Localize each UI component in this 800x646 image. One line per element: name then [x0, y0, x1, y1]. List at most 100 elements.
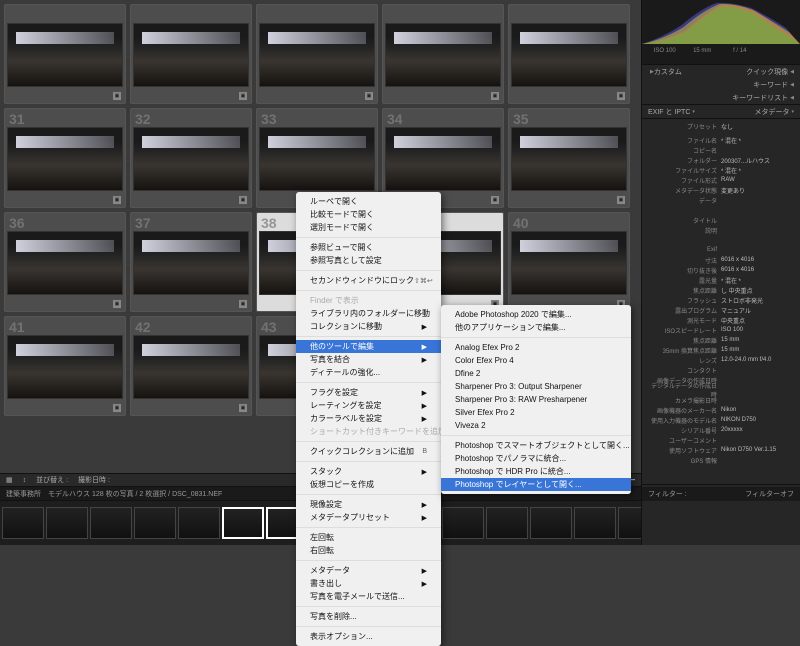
- thumbnail-cell[interactable]: 42▣: [130, 316, 252, 416]
- thumbnail-cell[interactable]: 35▣: [508, 108, 630, 208]
- meta-label: メタデータ状態: [646, 186, 721, 195]
- cell-index: 31: [9, 111, 25, 127]
- filmstrip-thumb[interactable]: [178, 507, 220, 539]
- thumbnail-cell[interactable]: 41▣: [4, 316, 126, 416]
- menu-item[interactable]: Photoshop で HDR Pro に統合...: [441, 465, 631, 478]
- sort-arrow-icon[interactable]: ↕: [23, 477, 27, 484]
- menu-item[interactable]: メタデータ▶: [296, 564, 441, 577]
- thumbnail-image: [133, 23, 249, 87]
- filmstrip-thumb[interactable]: [442, 507, 484, 539]
- thumbnail-cell[interactable]: 32 ▣: [130, 108, 252, 208]
- meta-value: * 混在 *: [721, 166, 792, 175]
- meta-label: 焦点距離: [646, 286, 721, 295]
- panel-metadata[interactable]: メタデータ▾: [721, 107, 796, 117]
- menu-item[interactable]: 右回転: [296, 544, 441, 557]
- menu-item[interactable]: 左回転: [296, 531, 441, 544]
- thumbnail-cell[interactable]: ▣: [4, 4, 126, 104]
- thumbnail-cell[interactable]: 36▣: [4, 212, 126, 312]
- thumbnail-image: [385, 127, 501, 191]
- filmstrip-thumb[interactable]: [618, 507, 641, 539]
- meta-value: 12.0-24.0 mm f/4.0: [721, 357, 792, 363]
- menu-item[interactable]: Analog Efex Pro 2: [441, 341, 631, 354]
- meta-label: カメラ撮影日時: [646, 396, 721, 405]
- menu-item[interactable]: 仮想コピーを作成: [296, 478, 441, 491]
- menu-item[interactable]: Sharpener Pro 3: Output Sharpener: [441, 380, 631, 393]
- filmstrip-thumb[interactable]: [486, 507, 528, 539]
- menu-item[interactable]: ライブラリ内のフォルダーに移動: [296, 307, 441, 320]
- context-submenu-edit-in[interactable]: Adobe Photoshop 2020 で編集...他のアプリケーションで編集…: [441, 305, 631, 494]
- menu-item[interactable]: 表示オプション...: [296, 630, 441, 643]
- meta-label: シリアル番号: [646, 426, 721, 435]
- sort-value[interactable]: 撮影日時 :: [78, 475, 110, 485]
- menu-item[interactable]: 写真を電子メールで送信...: [296, 590, 441, 603]
- thumbnail-image: [511, 127, 627, 191]
- panel-keyword[interactable]: キーワード◀: [721, 80, 796, 90]
- preset-value[interactable]: なし: [721, 122, 792, 131]
- menu-item[interactable]: メタデータプリセット▶: [296, 511, 441, 524]
- filmstrip-thumb[interactable]: [2, 507, 44, 539]
- thumbnail-cell[interactable]: ▣: [130, 4, 252, 104]
- menu-item[interactable]: 比較モードで開く: [296, 208, 441, 221]
- menu-item[interactable]: 選別モードで開く: [296, 221, 441, 234]
- menu-item[interactable]: 写真を削除...: [296, 610, 441, 623]
- panel-custom[interactable]: ▶カスタム: [646, 67, 721, 77]
- grid-view-icon[interactable]: ▦: [6, 476, 13, 484]
- menu-item[interactable]: ディテールの強化...: [296, 366, 441, 379]
- context-menu[interactable]: ルーペで開く比較モードで開く選別モードで開く参照ビューで開く参照写真として設定セ…: [296, 192, 441, 646]
- filmstrip-thumb[interactable]: [530, 507, 572, 539]
- filmstrip-thumb[interactable]: [222, 507, 264, 539]
- filmstrip-thumb[interactable]: [574, 507, 616, 539]
- meta-label: レンズ: [646, 356, 721, 365]
- menu-item[interactable]: Sharpener Pro 3: RAW Presharpener: [441, 393, 631, 406]
- menu-item[interactable]: 他のツールで編集▶: [296, 340, 441, 353]
- menu-item[interactable]: セカンドウィンドウにロック⇧⌘↩: [296, 274, 441, 287]
- menu-item[interactable]: Color Efex Pro 4: [441, 354, 631, 367]
- meta-value: 200307...ルハウス: [721, 156, 792, 165]
- panel-quickdev[interactable]: クイック現像◀: [721, 67, 796, 77]
- menu-item[interactable]: 他のアプリケーションで編集...: [441, 321, 631, 334]
- menu-item[interactable]: Dfine 2: [441, 367, 631, 380]
- menu-item[interactable]: レーティングを設定▶: [296, 399, 441, 412]
- menu-item[interactable]: スタック▶: [296, 465, 441, 478]
- badge-icon: ▣: [239, 196, 247, 204]
- menu-item[interactable]: ルーペで開く: [296, 195, 441, 208]
- panel-keywordlist[interactable]: キーワードリスト◀: [721, 93, 796, 103]
- meta-label: ファイル名: [646, 136, 721, 145]
- thumbnail-cell[interactable]: 37▣: [130, 212, 252, 312]
- filter-bar[interactable]: フィルター : フィルターオフ: [641, 487, 800, 501]
- menu-item[interactable]: 参照ビューで開く: [296, 241, 441, 254]
- menu-item[interactable]: Photoshop でスマートオブジェクトとして開く...: [441, 439, 631, 452]
- menu-item[interactable]: カラーラベルを設定▶: [296, 412, 441, 425]
- filmstrip-thumb[interactable]: [134, 507, 176, 539]
- menu-item[interactable]: Photoshop でレイヤーとして開く...: [441, 478, 631, 491]
- thumbnail-cell[interactable]: 31▣: [4, 108, 126, 208]
- thumbnail-cell[interactable]: 40▣: [508, 212, 630, 312]
- menu-item[interactable]: 現像設定▶: [296, 498, 441, 511]
- meta-value: RAW: [721, 177, 792, 183]
- menu-item[interactable]: フラグを設定▶: [296, 386, 441, 399]
- filmstrip-thumb[interactable]: [90, 507, 132, 539]
- meta-label: 使用ソフトウェア: [646, 446, 721, 455]
- histo-iso: ISO 100: [646, 48, 684, 54]
- menu-item[interactable]: 写真を結合▶: [296, 353, 441, 366]
- menu-item[interactable]: 書き出し▶: [296, 577, 441, 590]
- cell-index: 32: [135, 111, 151, 127]
- thumbnail-cell[interactable]: ▣: [382, 4, 504, 104]
- menu-item[interactable]: 参照写真として設定: [296, 254, 441, 267]
- meta-label: 露光量: [646, 276, 721, 285]
- preset-label: プリセット: [646, 122, 721, 131]
- cell-index: 43: [261, 319, 277, 335]
- meta-value: マニュアル: [721, 306, 792, 315]
- menu-item[interactable]: クイックコレクションに追加B: [296, 445, 441, 458]
- menu-item: ショートカット付きキーワードを追加: [296, 425, 441, 438]
- filmstrip-thumb[interactable]: [46, 507, 88, 539]
- menu-item[interactable]: Adobe Photoshop 2020 で編集...: [441, 308, 631, 321]
- menu-item[interactable]: コレクションに移動▶: [296, 320, 441, 333]
- menu-item[interactable]: Photoshop でパノラマに統合...: [441, 452, 631, 465]
- menu-item[interactable]: Viveza 2: [441, 419, 631, 432]
- panel-exif[interactable]: EXIF と IPTC▾: [646, 107, 721, 117]
- badge-icon: ▣: [113, 92, 121, 100]
- thumbnail-cell[interactable]: ▣: [256, 4, 378, 104]
- thumbnail-cell[interactable]: ▣: [508, 4, 630, 104]
- menu-item[interactable]: Silver Efex Pro 2: [441, 406, 631, 419]
